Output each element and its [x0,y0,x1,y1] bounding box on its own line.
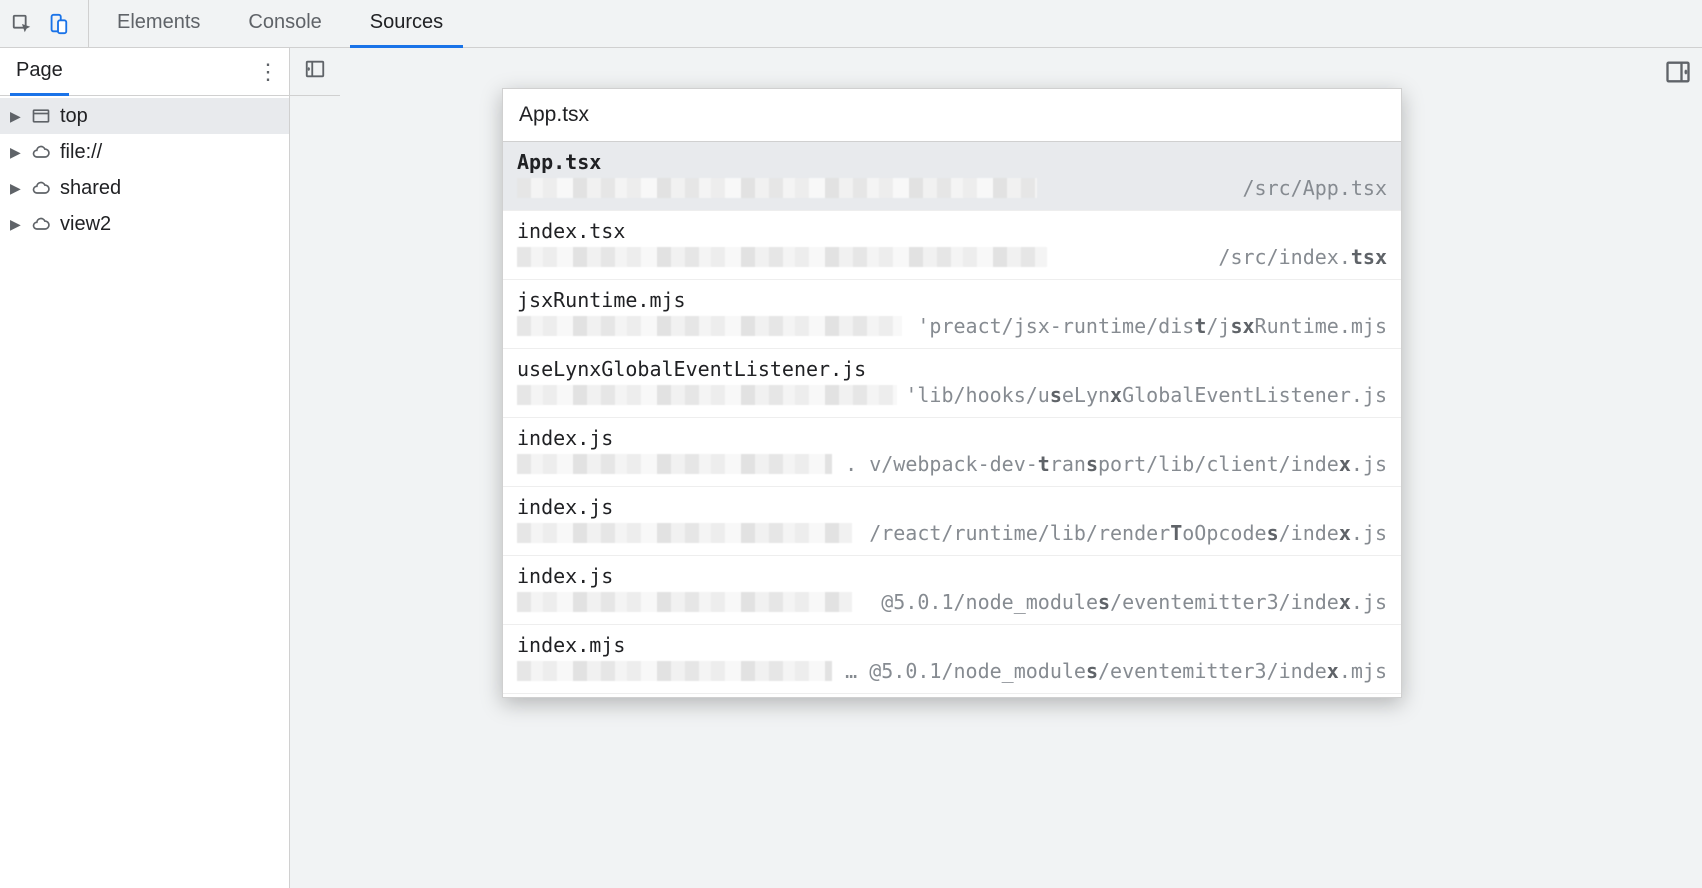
redacted-path-segment [517,592,852,612]
tab-sources[interactable]: Sources [350,1,463,48]
redacted-path-segment [517,385,897,405]
result-path-suffix: /src/App.tsx [1043,176,1387,200]
open-file-results[interactable]: App.tsx/src/App.tsxindex.tsx/src/index.t… [503,142,1401,697]
result-filename: index.mjs [517,633,1387,657]
open-file-result[interactable]: useLynxGlobalEventListener.js'lib/hooks/… [503,349,1401,418]
main-area: Page ⋮ ▶ top ▶ file:// ▶ shared ▶ view2 [0,48,1702,888]
chevron-right-icon[interactable]: ▶ [10,108,22,125]
redacted-path-segment [517,316,902,336]
tree-item-view2[interactable]: ▶ view2 [0,206,289,242]
result-path-row: /react/runtime/lib/renderToOpcodes/index… [517,521,1387,545]
open-file-result[interactable]: index.js/react/runtime/lib/renderToOpcod… [503,487,1401,556]
top-tabs-bar: Elements Console Sources [0,0,1702,48]
open-file-result[interactable]: index.js. v/webpack-dev-transport/lib/cl… [503,418,1401,487]
result-filename: jsxRuntime.mjs [517,288,1387,312]
navigator-tabs: Page ⋮ [0,48,289,96]
result-path-row: /src/App.tsx [517,176,1387,200]
open-file-dialog: App.tsx/src/App.tsxindex.tsx/src/index.t… [502,88,1402,698]
hide-navigator-icon[interactable] [304,58,326,85]
cloud-icon [30,177,52,199]
file-tree: ▶ top ▶ file:// ▶ shared ▶ view2 [0,96,289,888]
tab-elements[interactable]: Elements [97,1,220,48]
cloud-icon [30,213,52,235]
redacted-path-segment [517,247,1047,267]
device-toolbar-icon[interactable] [46,12,70,36]
open-file-result[interactable]: index.mjs… @5.0.1/node_modules/eventemit… [503,625,1401,694]
devtools-root: Elements Console Sources Page ⋮ ▶ top ▶ fil… [0,0,1702,888]
redacted-path-segment [517,661,832,681]
redacted-path-segment [517,523,852,543]
chevron-right-icon[interactable]: ▶ [10,216,22,233]
navigator-pane: Page ⋮ ▶ top ▶ file:// ▶ shared ▶ view2 [0,48,290,888]
show-debugger-icon[interactable] [1664,58,1692,86]
open-file-result[interactable]: jsxRuntime.mjs'preact/jsx-runtime/dist/j… [503,280,1401,349]
editor-toolbar [290,48,340,96]
open-file-result[interactable]: App.tsx/src/App.tsx [503,142,1401,211]
open-file-result[interactable]: index.tsx/src/index.tsx [503,211,1401,280]
cloud-icon [30,141,52,163]
result-path-suffix: 'preact/jsx-runtime/dist/jsxRuntime.mjs [908,314,1387,338]
result-path-row: … @5.0.1/node_modules/eventemitter3/inde… [517,659,1387,683]
chevron-right-icon[interactable]: ▶ [10,144,22,161]
result-filename: index.js [517,426,1387,450]
result-path-row: /src/index.tsx [517,245,1387,269]
result-path-row: 'lib/hooks/useLynxGlobalEventListener.js [517,383,1387,407]
open-file-result[interactable]: index.js… de_modules/@lynx-dev/websocket… [503,694,1401,697]
redacted-path-segment [517,178,1037,198]
tree-item-shared[interactable]: ▶ shared [0,170,289,206]
result-path-suffix: /src/index.tsx [1053,245,1387,269]
result-filename: App.tsx [517,150,1387,174]
open-file-input[interactable] [519,103,1385,127]
window-icon [30,105,52,127]
result-filename: index.js [517,564,1387,588]
tree-item-top[interactable]: ▶ top [0,98,289,134]
inspect-element-icon[interactable] [10,12,34,36]
tree-item-label: shared [60,177,121,200]
tree-item-label: file:// [60,141,102,164]
open-file-input-wrap [503,89,1401,142]
chevron-right-icon[interactable]: ▶ [10,180,22,197]
result-path-suffix: @5.0.1/node_modules/eventemitter3/index.… [858,590,1387,614]
result-path-row: @5.0.1/node_modules/eventemitter3/index.… [517,590,1387,614]
result-path-row: . v/webpack-dev-transport/lib/client/ind… [517,452,1387,476]
navigator-more-icon[interactable]: ⋮ [257,59,279,85]
redacted-path-segment [517,454,832,474]
result-filename: index.tsx [517,219,1387,243]
tree-item-label: view2 [60,213,111,236]
result-path-suffix: /react/runtime/lib/renderToOpcodes/index… [858,521,1387,545]
tree-item-label: top [60,105,88,128]
result-filename: useLynxGlobalEventListener.js [517,357,1387,381]
result-filename: index.js [517,495,1387,519]
open-file-result[interactable]: index.js@5.0.1/node_modules/eventemitter… [503,556,1401,625]
result-path-row: 'preact/jsx-runtime/dist/jsxRuntime.mjs [517,314,1387,338]
result-path-suffix: . v/webpack-dev-transport/lib/client/ind… [838,452,1387,476]
tool-icons-group [10,0,89,47]
tree-item-file[interactable]: ▶ file:// [0,134,289,170]
tab-console[interactable]: Console [228,1,341,48]
result-path-suffix: 'lib/hooks/useLynxGlobalEventListener.js [903,383,1387,407]
navigator-tab-page[interactable]: Page [10,49,69,96]
result-path-suffix: … @5.0.1/node_modules/eventemitter3/inde… [838,659,1387,683]
